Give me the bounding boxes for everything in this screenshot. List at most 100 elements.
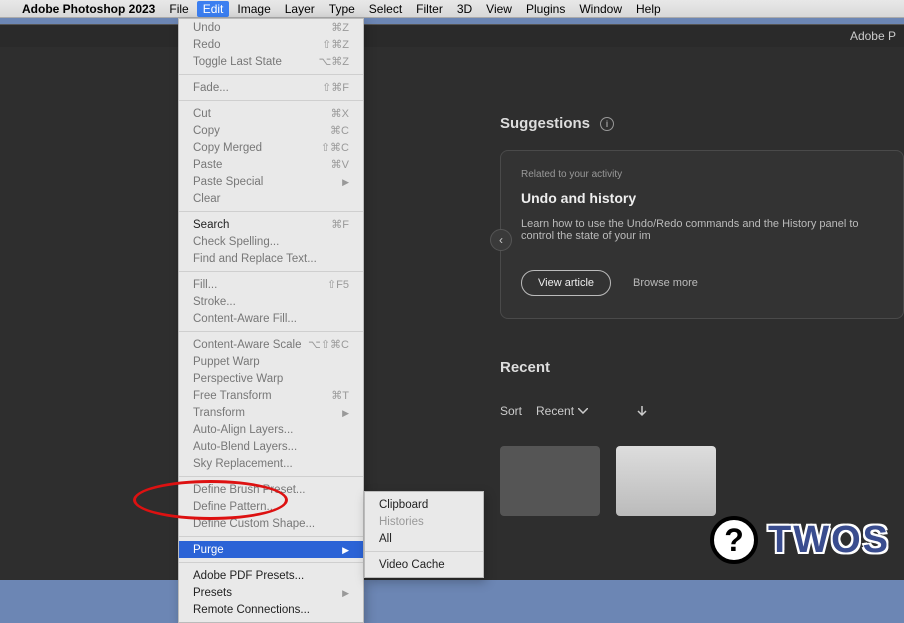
edit-menu-item[interactable]: Cut ⌘X — [179, 105, 363, 122]
menu-item-label: Cut — [193, 107, 211, 121]
edit-menu-item[interactable]: Check Spelling... — [179, 233, 363, 250]
edit-menu-item[interactable]: Fill...⇧F5 — [179, 276, 363, 293]
chevron-left-icon[interactable]: ‹ — [490, 229, 512, 251]
menu-shortcut: ⌥⇧⌘C — [308, 338, 349, 352]
menu-shortcut: ⌘Z — [331, 21, 349, 35]
menu-help[interactable]: Help — [636, 2, 661, 16]
menu-item-label: Copy — [193, 124, 220, 138]
edit-menu-item[interactable]: Transform▶ — [179, 404, 363, 421]
edit-menu-item[interactable]: Content-Aware Scale ⌥⇧⌘C — [179, 336, 363, 353]
menu-3d[interactable]: 3D — [457, 2, 472, 16]
card-title: Undo and history — [521, 190, 883, 206]
info-icon[interactable]: i — [600, 117, 614, 131]
edit-menu-item[interactable]: Perspective Warp — [179, 370, 363, 387]
edit-menu-item[interactable]: Paste Special▶ — [179, 173, 363, 190]
menu-item-label: Search — [193, 218, 229, 232]
sort-dropdown[interactable]: Recent — [536, 404, 588, 418]
menu-item-label: Paste — [193, 158, 222, 172]
menu-select[interactable]: Select — [369, 2, 402, 16]
purge-menu-item[interactable]: Clipboard — [365, 496, 483, 513]
edit-menu-item[interactable]: Find and Replace Text... — [179, 250, 363, 267]
menu-layer[interactable]: Layer — [285, 2, 315, 16]
menu-item-label: Adobe PDF Presets... — [193, 569, 304, 583]
edit-menu-item[interactable]: Define Custom Shape... — [179, 515, 363, 532]
menu-item-label: Define Pattern... — [193, 500, 276, 514]
menu-item-label: Free Transform — [193, 389, 272, 403]
purge-menu-item[interactable]: All — [365, 530, 483, 547]
edit-menu-item[interactable]: Define Pattern... — [179, 498, 363, 515]
menu-shortcut: ⌘F — [331, 218, 349, 232]
edit-menu-item[interactable]: Define Brush Preset... — [179, 481, 363, 498]
edit-menu-item[interactable]: Paste ⌘V — [179, 156, 363, 173]
menu-shortcut: ⌘C — [330, 124, 349, 138]
submenu-arrow-icon: ▶ — [342, 586, 349, 600]
menu-item-label: Content-Aware Scale — [193, 338, 301, 352]
sort-value: Recent — [536, 404, 574, 418]
menu-type[interactable]: Type — [329, 2, 355, 16]
menu-shortcut: ⇧⌘C — [321, 141, 349, 155]
purge-menu-item: Histories — [365, 513, 483, 530]
menu-item-label: Paste Special — [193, 175, 263, 189]
edit-menu-item[interactable]: Presets ▶ — [179, 584, 363, 601]
edit-menu-item[interactable]: Adobe PDF Presets... — [179, 567, 363, 584]
purge-menu-item[interactable]: Video Cache — [365, 556, 483, 573]
edit-menu-item[interactable]: Purge ▶ — [179, 541, 363, 558]
card-related-label: Related to your activity — [521, 169, 883, 180]
menu-view[interactable]: View — [486, 2, 512, 16]
menu-shortcut: ⌘X — [331, 107, 349, 121]
menu-item-label: Purge — [193, 543, 224, 557]
submenu-arrow-icon: ▶ — [342, 543, 349, 557]
edit-menu-item[interactable]: Auto-Align Layers... — [179, 421, 363, 438]
recent-thumb[interactable] — [616, 446, 716, 516]
recent-section: Recent Sort Recent — [500, 359, 904, 516]
sort-label: Sort — [500, 404, 522, 418]
menu-file[interactable]: File — [169, 2, 188, 16]
chevron-down-icon — [578, 408, 588, 414]
menu-item-label: Stroke... — [193, 295, 236, 309]
edit-menu-item[interactable]: Remote Connections... — [179, 601, 363, 618]
edit-menu-item[interactable]: Toggle Last State⌥⌘Z — [179, 53, 363, 70]
menu-item-label: Auto-Blend Layers... — [193, 440, 297, 454]
browse-more-button[interactable]: Browse more — [633, 277, 698, 289]
menu-item-label: Define Brush Preset... — [193, 483, 306, 497]
window-title: Adobe P — [850, 29, 896, 43]
edit-menu-item[interactable]: Free Transform ⌘T — [179, 387, 363, 404]
menu-plugins[interactable]: Plugins — [526, 2, 565, 16]
menu-item-label: Content-Aware Fill... — [193, 312, 297, 326]
view-article-button[interactable]: View article — [521, 270, 611, 296]
menu-item-label: Undo — [193, 21, 221, 35]
recent-thumbnails — [500, 446, 904, 516]
edit-menu-item[interactable]: Auto-Blend Layers... — [179, 438, 363, 455]
submenu-arrow-icon: ▶ — [342, 406, 349, 420]
menu-item-label: Toggle Last State — [193, 55, 282, 69]
edit-menu-item[interactable]: Sky Replacement... — [179, 455, 363, 472]
menu-shortcut: ⌘T — [331, 389, 349, 403]
sort-direction-icon[interactable] — [636, 404, 648, 418]
edit-menu-item[interactable]: Redo⇧⌘Z — [179, 36, 363, 53]
menu-shortcut: ⌘V — [331, 158, 349, 172]
menu-item-label: Check Spelling... — [193, 235, 279, 249]
menu-window[interactable]: Window — [579, 2, 622, 16]
menu-shortcut: ⇧⌘F — [322, 81, 349, 95]
edit-menu-item[interactable]: Search ⌘F — [179, 216, 363, 233]
window-titlebar: Adobe P — [0, 25, 904, 47]
menu-item-label: Redo — [193, 38, 221, 52]
edit-menu-item[interactable]: Stroke... — [179, 293, 363, 310]
menu-image[interactable]: Image — [237, 2, 270, 16]
edit-menu-item[interactable]: Fade...⇧⌘F — [179, 79, 363, 96]
edit-menu-item[interactable]: Copy Merged⇧⌘C — [179, 139, 363, 156]
recent-thumb[interactable] — [500, 446, 600, 516]
menu-edit[interactable]: Edit — [197, 1, 230, 17]
edit-menu-item[interactable]: Content-Aware Fill... — [179, 310, 363, 327]
menu-bar: Adobe Photoshop 2023 File Edit Image Lay… — [0, 0, 904, 18]
edit-menu-item[interactable]: Clear — [179, 190, 363, 207]
menu-item-label: Presets — [193, 586, 232, 600]
edit-menu-item[interactable]: Puppet Warp — [179, 353, 363, 370]
menu-filter[interactable]: Filter — [416, 2, 443, 16]
menu-item-label: Sky Replacement... — [193, 457, 293, 471]
edit-menu-item[interactable]: Undo ⌘Z — [179, 19, 363, 36]
menu-item-label: Perspective Warp — [193, 372, 283, 386]
edit-menu-item[interactable]: Copy ⌘C — [179, 122, 363, 139]
menu-item-label: Find and Replace Text... — [193, 252, 317, 266]
menu-item-label: Clear — [193, 192, 220, 206]
